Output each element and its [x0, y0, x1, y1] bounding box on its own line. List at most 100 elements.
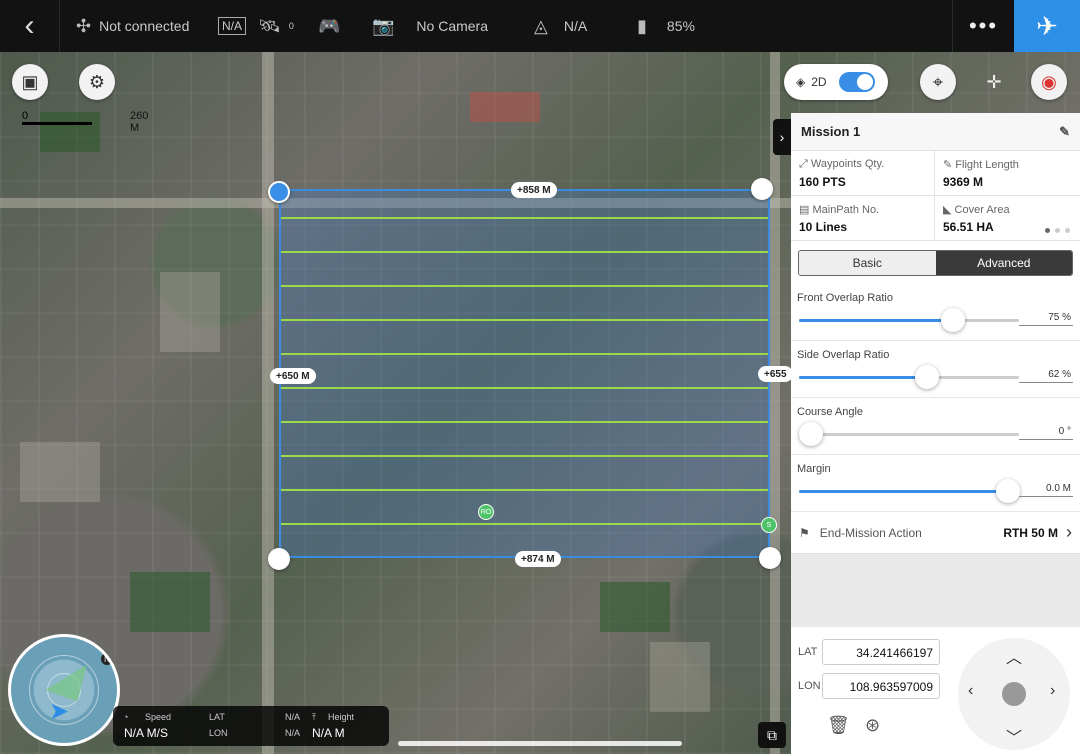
- stat-label: Cover Area: [954, 204, 1010, 216]
- navigate-icon[interactable]: ⊛: [865, 715, 880, 736]
- front-overlap-row: Front Overlap Ratio 75 %: [791, 284, 1080, 341]
- start-flight-button[interactable]: ✈: [1014, 0, 1080, 52]
- slider-knob[interactable]: [941, 308, 965, 332]
- front-overlap-value[interactable]: 75 %: [1019, 310, 1073, 326]
- locate-button[interactable]: ⌖: [920, 64, 956, 100]
- margin-label: Margin: [797, 463, 831, 475]
- flight-path-line: [281, 251, 768, 253]
- home-indicator[interactable]: [398, 741, 682, 746]
- flight-path-line: [281, 319, 768, 321]
- area-vertex-bottom-left[interactable]: [268, 548, 290, 570]
- remote-controller-status: 🎮: [318, 0, 340, 52]
- height-value: N/A M: [312, 726, 345, 740]
- margin-row: Margin 0.0 M: [791, 455, 1080, 512]
- top-status-bar: ‹ ✣ Not connected N/A 🛰 0 🎮 📷 No Camera …: [0, 0, 1080, 52]
- tab-advanced[interactable]: Advanced: [935, 251, 1072, 275]
- route-start-marker[interactable]: RO: [478, 504, 494, 520]
- end-mission-action-row[interactable]: ⚑ End-Mission Action RTH 50 M ›: [791, 512, 1080, 554]
- dimension-top[interactable]: + 858 M: [511, 182, 557, 198]
- trash-icon[interactable]: 🗑: [827, 715, 850, 736]
- side-overlap-label: Side Overlap Ratio: [797, 349, 890, 361]
- settings-button[interactable]: ⚙: [79, 64, 115, 100]
- drone-icon: ✣: [76, 15, 92, 36]
- tab-basic[interactable]: Basic: [799, 251, 936, 275]
- camera-status-text: No Camera: [416, 18, 489, 34]
- connection-status: ✣ Not connected: [76, 0, 189, 52]
- waypoints-icon: ⤢: [799, 158, 808, 170]
- map-road: [262, 52, 274, 754]
- flight-path-line: [281, 455, 768, 457]
- connection-status-text: Not connected: [99, 18, 190, 34]
- aircraft-icon: ➤: [49, 698, 70, 725]
- gear-icon: ⚙: [88, 71, 106, 92]
- area-vertex-bottom-right[interactable]: [759, 547, 781, 569]
- chevron-right-icon: ›: [1066, 522, 1072, 542]
- edit-icon[interactable]: ✎: [1059, 124, 1070, 140]
- arrow-up-icon[interactable]: ︿: [1006, 644, 1022, 668]
- save-button[interactable]: ▣: [12, 64, 48, 100]
- stat-value: 9369 M: [943, 175, 984, 189]
- lat-value: N/A: [285, 712, 301, 722]
- satellite-icon: 🛰: [258, 15, 281, 36]
- aircraft-target-icon: ✛: [986, 71, 1002, 92]
- map-building: [650, 642, 710, 712]
- dimension-right-label: 655: [769, 368, 787, 380]
- lon-input[interactable]: 108.963597009: [822, 673, 940, 699]
- flight-path-line: [281, 489, 768, 491]
- side-overlap-slider[interactable]: [799, 365, 1019, 389]
- flight-path-line: [281, 387, 768, 389]
- compass-icon: ◉: [1041, 71, 1057, 92]
- signal-status: ◬ N/A: [534, 0, 587, 52]
- area-vertex-top-left[interactable]: [268, 181, 290, 203]
- arrow-right-icon[interactable]: ›: [1050, 682, 1055, 700]
- more-menu-button[interactable]: •••: [952, 0, 1014, 52]
- direction-pad-center[interactable]: [1002, 682, 1026, 706]
- side-overlap-value[interactable]: 62 %: [1019, 367, 1073, 383]
- stat-value: 160 PTS: [799, 175, 846, 189]
- coordinate-controls: LAT 34.241466197 LON 108.963597009 🗑 ⊛ ︿…: [791, 627, 1080, 754]
- speed-value: N/A M/S: [124, 726, 169, 740]
- lon-label: LON: [209, 728, 228, 738]
- save-icon: ▣: [21, 71, 39, 92]
- flag-icon: ⚑: [799, 525, 810, 540]
- attitude-radar[interactable]: N ➤: [8, 634, 120, 746]
- compass-button[interactable]: ◉: [1031, 64, 1067, 100]
- dimension-bottom[interactable]: + 874 M: [515, 551, 561, 567]
- course-angle-value[interactable]: 0 °: [1019, 424, 1073, 440]
- crosshair-icon: ⌖: [932, 71, 944, 92]
- lat-input[interactable]: 34.241466197: [822, 639, 940, 665]
- view-mode-toggle[interactable]: ◈ 2D: [784, 64, 888, 100]
- margin-value[interactable]: 0.0 M: [1019, 481, 1073, 497]
- view-mode-switch[interactable]: [838, 72, 875, 92]
- mission-title: Mission 1: [801, 124, 861, 139]
- course-angle-slider[interactable]: [799, 422, 1019, 446]
- end-mission-label: End-Mission Action: [819, 525, 922, 540]
- arrow-left-icon[interactable]: ‹: [968, 682, 973, 700]
- lat-label: LAT: [209, 712, 225, 722]
- slider-knob[interactable]: [996, 479, 1020, 503]
- arrow-down-icon[interactable]: ﹀: [1006, 724, 1022, 748]
- front-overlap-slider[interactable]: [799, 308, 1019, 332]
- dimension-right[interactable]: + 655: [758, 366, 793, 382]
- map-building: [160, 272, 220, 352]
- front-overlap-label: Front Overlap Ratio: [797, 292, 893, 304]
- aircraft-locate-button[interactable]: ✛: [976, 64, 1012, 100]
- slider-knob[interactable]: [915, 365, 939, 389]
- path-icon: ▤: [799, 204, 810, 216]
- margin-slider[interactable]: [799, 479, 1020, 503]
- height-label: Height: [328, 712, 355, 722]
- back-button[interactable]: ‹: [0, 0, 60, 52]
- view-mode-label: 2D: [811, 75, 827, 89]
- route-end-marker[interactable]: S: [761, 517, 777, 533]
- dimension-left[interactable]: + 650 M: [270, 368, 316, 384]
- direction-pad: ︿ ﹀ ‹ ›: [958, 638, 1070, 750]
- lat-label: LAT: [798, 646, 818, 658]
- stat-label: Waypoints Qty.: [810, 158, 885, 170]
- survey-area[interactable]: [279, 189, 770, 558]
- mission-stats: ⤢ Waypoints Qty. 160 PTS ✎ Flight Length…: [791, 151, 1080, 241]
- map-switch-button[interactable]: ⧉: [758, 722, 786, 748]
- collapse-panel-button[interactable]: ›: [773, 119, 791, 155]
- map-building: [470, 92, 540, 122]
- area-vertex-top-right[interactable]: [751, 178, 773, 200]
- slider-knob[interactable]: [799, 422, 823, 446]
